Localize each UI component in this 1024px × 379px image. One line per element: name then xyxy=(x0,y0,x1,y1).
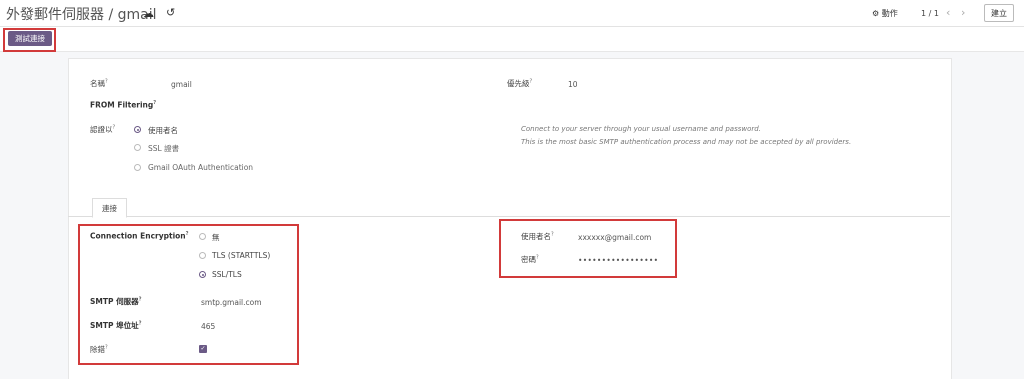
chevron-left-icon[interactable]: ‹ xyxy=(946,6,950,19)
auth-option-gmail-oauth: Gmail OAuth Authentication xyxy=(148,163,254,172)
highlight-frame-test-button xyxy=(3,28,56,52)
auth-radio-username[interactable] xyxy=(134,126,141,133)
highlight-frame-connection xyxy=(78,224,299,365)
tab-connection[interactable]: 連接 xyxy=(92,198,127,218)
action-label: 動作 xyxy=(881,9,898,18)
cloud-save-icon[interactable]: ☁ xyxy=(143,7,154,20)
priority-field[interactable]: 10 xyxy=(568,80,578,89)
discard-undo-icon[interactable]: ↺ xyxy=(166,6,175,19)
button-box xyxy=(0,27,1024,52)
auth-radio-ssl-cert[interactable] xyxy=(134,144,141,151)
chevron-right-icon[interactable]: › xyxy=(961,6,965,19)
name-field[interactable]: gmail xyxy=(171,80,192,89)
from-filtering-label: FROM Filtering? xyxy=(90,100,157,110)
auth-hint-line1: Connect to your server through your usua… xyxy=(521,125,761,133)
name-label: 名稱? xyxy=(90,78,108,89)
auth-label: 認證以? xyxy=(90,124,116,135)
action-menu[interactable]: ⚙ 動作 xyxy=(872,8,898,19)
gear-icon: ⚙ xyxy=(872,9,880,18)
auth-radio-gmail-oauth[interactable] xyxy=(134,164,141,171)
auth-option-username: 使用者名 xyxy=(148,126,178,135)
pager-value[interactable]: 1 / 1 xyxy=(921,9,939,18)
create-button[interactable]: 建立 xyxy=(984,4,1014,22)
auth-option-ssl-cert: SSL 證書 xyxy=(148,144,180,153)
priority-label: 優先級? xyxy=(507,78,533,89)
breadcrumb[interactable]: 外發郵件伺服器 / gmail xyxy=(6,4,157,24)
tab-divider xyxy=(68,216,950,217)
auth-hint-line2: This is the most basic SMTP authenticati… xyxy=(521,138,852,146)
highlight-frame-credentials xyxy=(499,219,677,278)
